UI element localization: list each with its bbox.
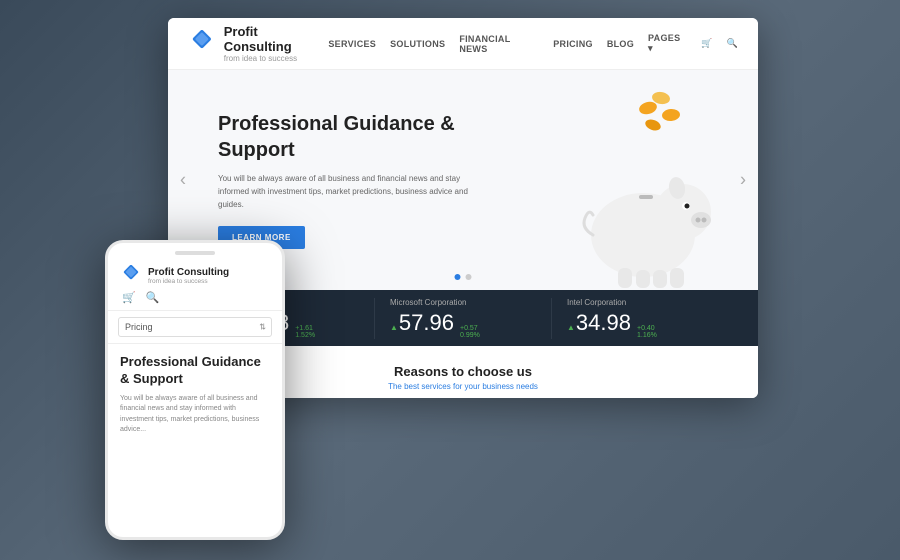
hero-dot-2[interactable] bbox=[466, 274, 472, 280]
ticker-up-icon-ms: ▲ bbox=[390, 323, 398, 332]
hero-piggy-image bbox=[548, 80, 728, 290]
mobile-mockup: Profit Consulting from idea to success 🛒… bbox=[105, 240, 285, 540]
ticker-change-pct: 1.52% bbox=[295, 332, 315, 339]
hero-dot-1[interactable] bbox=[455, 274, 461, 280]
mobile-speaker bbox=[175, 251, 215, 255]
ticker-change-apple: +1.61 1.52% bbox=[295, 325, 315, 339]
piggy-bank-svg bbox=[553, 90, 723, 290]
nav-link-pages[interactable]: PAGES ▾ bbox=[648, 33, 687, 54]
mobile-search-icon[interactable]: 🔍 bbox=[146, 291, 160, 304]
ticker-price-microsoft: 57.96 bbox=[399, 310, 454, 336]
mobile-hero-description: You will be always aware of all business… bbox=[120, 394, 270, 436]
hero-content: Professional Guidance & Support You will… bbox=[218, 111, 478, 248]
nav-link-blog[interactable]: BLOG bbox=[607, 39, 634, 49]
mobile-logo-icon bbox=[120, 265, 142, 287]
ticker-row-microsoft: ▲ 57.96 +0.57 0.99% bbox=[390, 310, 536, 339]
mobile-nav-icons: 🛒 🔍 bbox=[120, 291, 270, 304]
cart-icon[interactable]: 🛒 bbox=[701, 38, 713, 49]
mobile-logo: Profit Consulting from idea to success bbox=[120, 265, 270, 287]
desktop-logo: Profit Consulting from idea to success bbox=[188, 24, 328, 63]
mobile-navbar: Profit Consulting from idea to success 🛒… bbox=[108, 261, 282, 311]
hero-prev-arrow[interactable]: ‹ bbox=[180, 170, 186, 191]
mobile-pricing-select[interactable]: Pricing Services Solutions Blog bbox=[118, 317, 272, 337]
ticker-change-pct-intel: 1.16% bbox=[637, 332, 657, 339]
nav-link-pricing[interactable]: PRICING bbox=[553, 39, 593, 49]
ticker-change-pct-ms: 0.99% bbox=[460, 332, 480, 339]
logo-text: Profit Consulting from idea to success bbox=[224, 24, 329, 63]
mobile-hero-title: Professional Guidance & Support bbox=[120, 354, 270, 388]
mobile-hero: Professional Guidance & Support You will… bbox=[108, 344, 282, 446]
ticker-company-intel: Intel Corporation bbox=[567, 298, 713, 307]
desktop-navbar: Profit Consulting from idea to success S… bbox=[168, 18, 758, 70]
mobile-select-wrapper: Pricing Services Solutions Blog bbox=[118, 317, 272, 337]
logo-subtitle: from idea to success bbox=[224, 54, 329, 63]
ticker-up-icon-intel: ▲ bbox=[567, 323, 575, 332]
mobile-logo-subtitle: from idea to success bbox=[148, 278, 229, 285]
desktop-nav-links: SERVICES SOLUTIONS FINANCIAL NEWS PRICIN… bbox=[328, 33, 738, 54]
ticker-company-microsoft: Microsoft Corporation bbox=[390, 298, 536, 307]
ticker-item-microsoft: Microsoft Corporation ▲ 57.96 +0.57 0.99… bbox=[375, 298, 552, 339]
nav-link-solutions[interactable]: SOLUTIONS bbox=[390, 39, 445, 49]
hero-description: You will be always aware of all business… bbox=[218, 173, 478, 211]
ticker-change-value: +1.61 bbox=[295, 325, 315, 332]
hero-next-arrow[interactable]: › bbox=[740, 170, 746, 191]
nav-link-financial-news[interactable]: FINANCIAL NEWS bbox=[459, 34, 539, 54]
ticker-change-value-intel: +0.40 bbox=[637, 325, 657, 332]
hero-title: Professional Guidance & Support bbox=[218, 111, 478, 163]
ticker-price-intel: 34.98 bbox=[576, 310, 631, 336]
ticker-row-intel: ▲ 34.98 +0.40 1.16% bbox=[567, 310, 713, 339]
nav-link-services[interactable]: SERVICES bbox=[328, 39, 376, 49]
mobile-cart-icon[interactable]: 🛒 bbox=[122, 291, 136, 304]
logo-title: Profit Consulting bbox=[224, 24, 329, 54]
mobile-logo-title: Profit Consulting bbox=[148, 267, 229, 278]
mobile-select-row: Pricing Services Solutions Blog bbox=[108, 311, 282, 344]
ticker-change-value-ms: +0.57 bbox=[460, 325, 480, 332]
mobile-logo-text: Profit Consulting from idea to success bbox=[148, 267, 229, 285]
hero-dots bbox=[455, 274, 472, 280]
ticker-change-microsoft: +0.57 0.99% bbox=[460, 325, 480, 339]
logo-diamond-icon bbox=[188, 30, 216, 58]
search-icon[interactable]: 🔍 bbox=[726, 38, 738, 49]
ticker-change-intel: +0.40 1.16% bbox=[637, 325, 657, 339]
ticker-item-intel: Intel Corporation ▲ 34.98 +0.40 1.16% bbox=[552, 298, 728, 339]
